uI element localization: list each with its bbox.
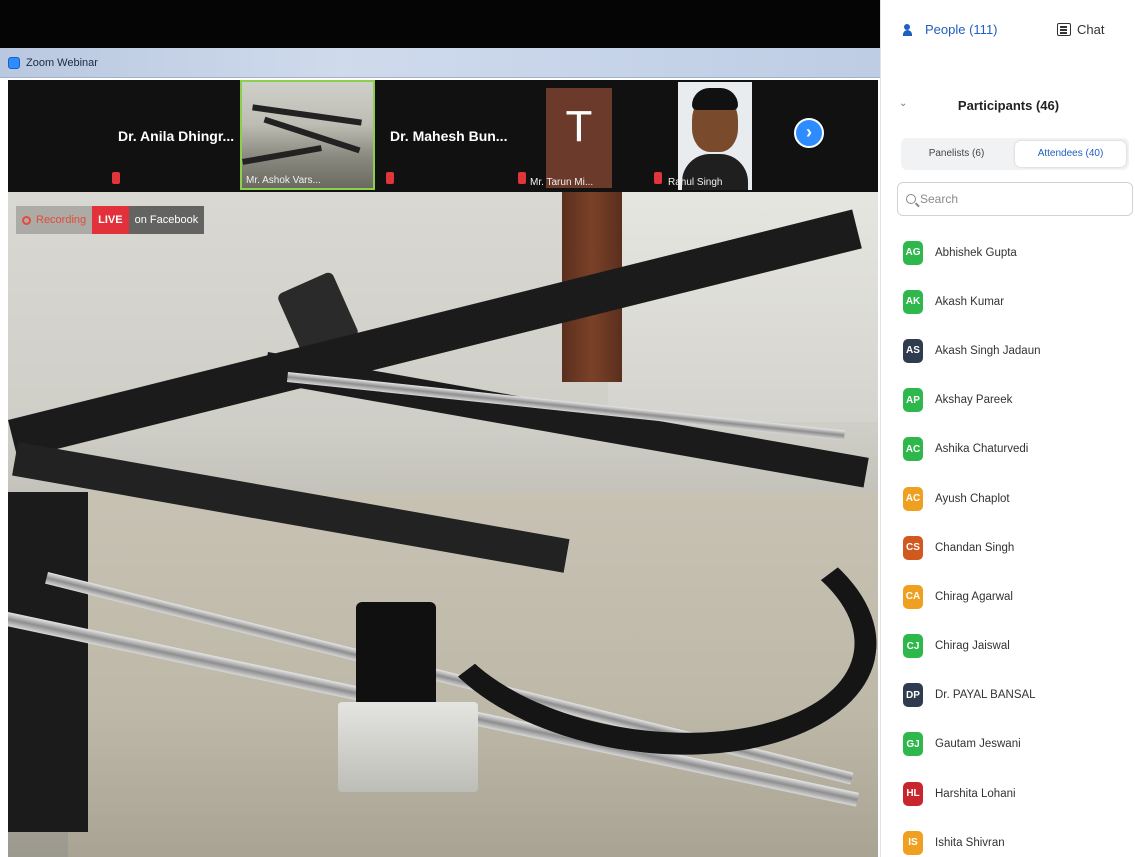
live-platform-label: on Facebook xyxy=(128,206,205,234)
thumbnail-name: Dr. Anila Dhingr... xyxy=(118,128,235,144)
panel-title: Participants (46) xyxy=(957,98,1060,113)
live-badge[interactable]: LIVE xyxy=(92,206,129,234)
search-icon xyxy=(906,194,916,204)
participant-list: AG Abhishek Gupta AK Akash Kumar AS Akash Sin… xyxy=(903,228,1133,857)
participant-avatar: CS xyxy=(903,535,923,560)
participant-avatar: AG xyxy=(903,240,923,265)
participant-avatar: AC xyxy=(903,486,923,511)
participants-panel: People (111) Chat ⌄ Participants (46) Pa… xyxy=(880,0,1135,857)
thumbnail-participant-5[interactable]: Rahul Singh xyxy=(648,80,768,190)
search-input[interactable] xyxy=(920,192,1120,206)
tab-attendees[interactable]: Attendees (40) xyxy=(1015,141,1126,167)
participant-name: Chirag Agarwal xyxy=(935,590,1013,603)
participant-name: Chandan Singh xyxy=(935,541,1015,554)
participant-avatar: GJ xyxy=(903,732,923,757)
muted-mic-icon xyxy=(654,172,662,184)
participant-avatar: AS xyxy=(903,338,923,363)
next-page-button[interactable]: › xyxy=(794,118,824,148)
participant-row[interactable]: AS Akash Singh Jadaun xyxy=(903,326,1133,375)
avatar: T xyxy=(546,88,612,188)
recording-badge: Recording LIVE on Facebook xyxy=(16,206,205,234)
participant-name: Akshay Pareek xyxy=(935,394,1013,407)
thumbnail-participant-2-video[interactable]: Mr. Ashok Vars... xyxy=(240,80,375,190)
recording-label: Recording xyxy=(36,214,87,226)
participant-avatar: AK xyxy=(903,289,923,314)
tab-chat[interactable]: Chat xyxy=(1057,22,1104,37)
thumbnail-caption: Mr. Tarun Mi... xyxy=(530,177,594,188)
recording-dot-icon xyxy=(22,215,31,225)
participant-row[interactable]: CS Chandan Singh xyxy=(903,523,1133,572)
participant-row[interactable]: AC Ayush Chaplot xyxy=(903,474,1133,523)
muted-mic-icon xyxy=(386,172,394,184)
participant-name: Gautam Jeswani xyxy=(935,738,1021,751)
thumbnail-caption: Rahul Singh xyxy=(668,177,723,188)
participant-row[interactable]: CJ Chirag Jaiswal xyxy=(903,622,1133,671)
participant-name: Akash Singh Jadaun xyxy=(935,344,1041,357)
participant-row[interactable]: AC Ashika Chaturvedi xyxy=(903,425,1133,474)
window-title: Zoom Webinar xyxy=(26,56,98,69)
participant-avatar: HL xyxy=(903,781,923,806)
participant-name: Ayush Chaplot xyxy=(935,492,1010,505)
panel-tabs: People (111) Chat xyxy=(881,0,1135,48)
participant-row[interactable]: IS Ishita Shivran xyxy=(903,818,1133,857)
thumbnail-strip: Dr. Anila Dhingr... Mr. Ashok Vars... Dr… xyxy=(8,80,878,192)
participant-name: Akash Kumar xyxy=(935,295,1005,308)
participant-segment-control: Panelists (6) Attendees (40) xyxy=(901,138,1129,170)
muted-mic-icon xyxy=(518,172,526,184)
tab-people[interactable]: People (111) xyxy=(903,22,998,37)
avatar-initial: T xyxy=(565,102,593,151)
participant-avatar: AC xyxy=(903,437,923,462)
tab-people-label: People (111) xyxy=(925,22,998,37)
participant-avatar: DP xyxy=(903,683,923,708)
participant-name: Ishita Shivran xyxy=(935,836,1005,849)
thumbnail-participant-3[interactable]: Dr. Mahesh Bun... xyxy=(382,80,522,190)
tab-chat-label: Chat xyxy=(1077,22,1105,37)
participant-name: Harshita Lohani xyxy=(935,787,1016,800)
zoom-logo-icon xyxy=(8,56,20,69)
participant-row[interactable]: AG Abhishek Gupta xyxy=(903,228,1133,277)
people-icon xyxy=(903,23,919,36)
thumbnail-participant-1[interactable]: Dr. Anila Dhingr... xyxy=(104,80,234,190)
participant-row[interactable]: DP Dr. PAYAL BANSAL xyxy=(903,671,1133,720)
search-box[interactable] xyxy=(897,182,1133,216)
participant-row[interactable]: GJ Gautam Jeswani xyxy=(903,720,1133,769)
participant-avatar: CA xyxy=(903,584,923,609)
participant-name: Chirag Jaiswal xyxy=(935,640,1010,653)
main-video-feed: Recording LIVE on Facebook xyxy=(8,192,878,857)
participant-row[interactable]: CA Chirag Agarwal xyxy=(903,572,1133,621)
participant-avatar: AP xyxy=(903,388,923,413)
thumbnail-participant-4[interactable]: T Mr. Tarun Mi... xyxy=(514,80,644,190)
participant-row[interactable]: AP Akshay Pareek xyxy=(903,376,1133,425)
participant-name: Abhishek Gupta xyxy=(935,246,1017,259)
top-black-band xyxy=(0,0,880,48)
recording-indicator: Recording xyxy=(16,206,93,234)
participant-row[interactable]: AK Akash Kumar xyxy=(903,277,1133,326)
participant-row[interactable]: HL Harshita Lohani xyxy=(903,769,1133,818)
thumbnail-caption: Mr. Ashok Vars... xyxy=(246,175,321,186)
participant-avatar: IS xyxy=(903,830,923,855)
participant-name: Ashika Chaturvedi xyxy=(935,443,1029,456)
participant-name: Dr. PAYAL BANSAL xyxy=(935,689,1036,702)
thumbnail-name: Dr. Mahesh Bun... xyxy=(390,128,508,144)
muted-mic-icon xyxy=(112,172,120,184)
participant-avatar: CJ xyxy=(903,634,923,659)
chat-icon xyxy=(1057,23,1071,36)
panel-header: ⌄ Participants (46) xyxy=(881,88,1135,124)
participant-photo xyxy=(678,82,752,190)
tab-panelists[interactable]: Panelists (6) xyxy=(901,138,1012,170)
